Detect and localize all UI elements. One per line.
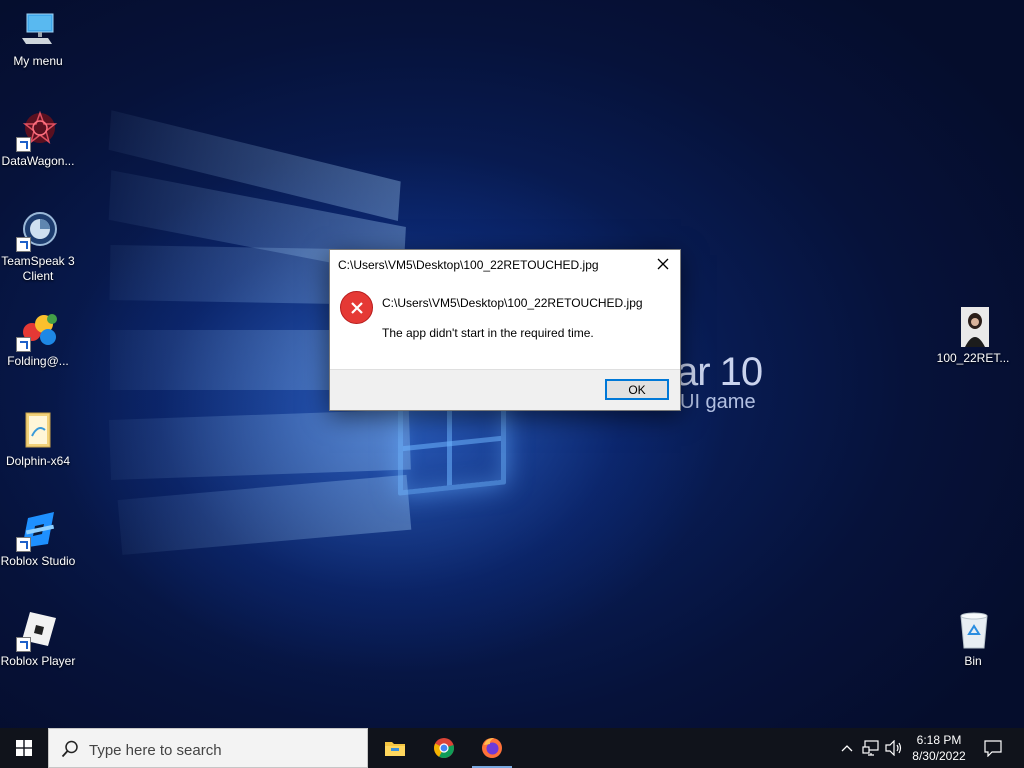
close-button[interactable] xyxy=(646,250,680,278)
roblox-player-icon xyxy=(16,610,58,652)
desktop-icon-datawagon[interactable]: DataWagon... xyxy=(0,110,76,169)
desktop-icon-label: Bin xyxy=(964,654,982,668)
volume-button[interactable] xyxy=(885,740,903,756)
desktop-icon-label: Roblox Studio xyxy=(0,554,76,568)
file-explorer-icon xyxy=(385,742,405,756)
image-thumbnail-icon xyxy=(953,307,993,347)
folding-at-home-icon xyxy=(16,310,58,352)
shortcut-arrow-icon xyxy=(16,137,31,152)
taskbar-file-explorer[interactable] xyxy=(371,728,419,768)
taskbar: 6:18 PM 8/30/2022 xyxy=(0,728,1024,768)
roblox-studio-icon xyxy=(16,510,58,552)
notification-icon xyxy=(984,739,1002,757)
network-button[interactable] xyxy=(862,740,880,756)
search-input[interactable] xyxy=(87,738,361,762)
error-icon xyxy=(340,291,373,324)
chevron-up-icon xyxy=(841,745,853,752)
windows-logo-icon xyxy=(16,740,32,756)
folder-icon xyxy=(18,410,58,450)
wallpaper-subtext: UI game xyxy=(680,391,756,413)
recycle-bin-icon xyxy=(953,610,993,650)
start-button[interactable] xyxy=(0,728,48,768)
desktop-icon-teamspeak[interactable]: TeamSpeak 3 Client xyxy=(0,210,76,284)
show-hidden-icons-button[interactable] xyxy=(838,740,856,756)
wallpaper-text: ar 10 xyxy=(676,350,763,394)
datawagon-icon xyxy=(16,110,58,152)
desktop-icon-roblox-player[interactable]: Roblox Player xyxy=(0,610,76,669)
action-center-button[interactable] xyxy=(978,728,1008,768)
clock-date: 8/30/2022 xyxy=(912,749,966,763)
desktop-icon-image-file[interactable]: 100_22RET... xyxy=(935,307,1011,366)
desktop-icon-label: My menu xyxy=(13,54,63,68)
ok-button[interactable]: OK xyxy=(605,379,669,400)
search-box[interactable] xyxy=(48,728,368,768)
desktop-icon-label: 100_22RET... xyxy=(936,351,1010,365)
taskbar-firefox[interactable] xyxy=(468,728,516,768)
close-icon xyxy=(657,258,669,270)
taskbar-chrome[interactable] xyxy=(420,728,468,768)
dialog-file-path: C:\Users\VM5\Desktop\100_22RETOUCHED.jpg xyxy=(382,296,643,310)
desktop-icon-dolphin[interactable]: Dolphin-x64 xyxy=(0,410,76,469)
desktop-icon-label: Folding@... xyxy=(7,354,69,368)
dialog-footer: OK xyxy=(330,369,680,410)
desktop-icon-recycle-bin[interactable]: Bin xyxy=(935,610,1011,669)
shortcut-arrow-icon xyxy=(16,637,31,652)
dialog-title: C:\Users\VM5\Desktop\100_22RETOUCHED.jpg xyxy=(338,258,599,272)
desktop-icon-label: Dolphin-x64 xyxy=(5,454,71,468)
computer-icon xyxy=(18,10,58,50)
desktop-icon-label: DataWagon... xyxy=(1,154,75,168)
search-icon xyxy=(61,740,78,758)
chrome-icon xyxy=(434,738,454,759)
speaker-icon xyxy=(885,740,902,756)
desktop-icon-label: Roblox Player xyxy=(0,654,76,668)
desktop: ar 10 UI game My menu DataWagon... TeamS… xyxy=(0,0,1024,728)
firefox-icon xyxy=(482,738,502,758)
network-icon xyxy=(862,740,879,756)
shortcut-arrow-icon xyxy=(16,237,31,252)
shortcut-arrow-icon xyxy=(16,337,31,352)
desktop-icon-my-menu[interactable]: My menu xyxy=(0,10,76,69)
wallpaper-beam xyxy=(108,409,411,480)
wallpaper-beam xyxy=(117,474,412,555)
teamspeak-icon xyxy=(16,210,58,252)
system-clock[interactable]: 6:18 PM 8/30/2022 xyxy=(906,732,972,764)
desktop-icon-folding[interactable]: Folding@... xyxy=(0,310,76,369)
clock-time: 6:18 PM xyxy=(916,733,962,747)
shortcut-arrow-icon xyxy=(16,537,31,552)
dialog-message: The app didn't start in the required tim… xyxy=(382,326,594,340)
desktop-icon-roblox-studio[interactable]: Roblox Studio xyxy=(0,510,76,569)
desktop-icon-label: TeamSpeak 3 Client xyxy=(1,254,75,283)
error-dialog: C:\Users\VM5\Desktop\100_22RETOUCHED.jpg… xyxy=(329,249,681,411)
